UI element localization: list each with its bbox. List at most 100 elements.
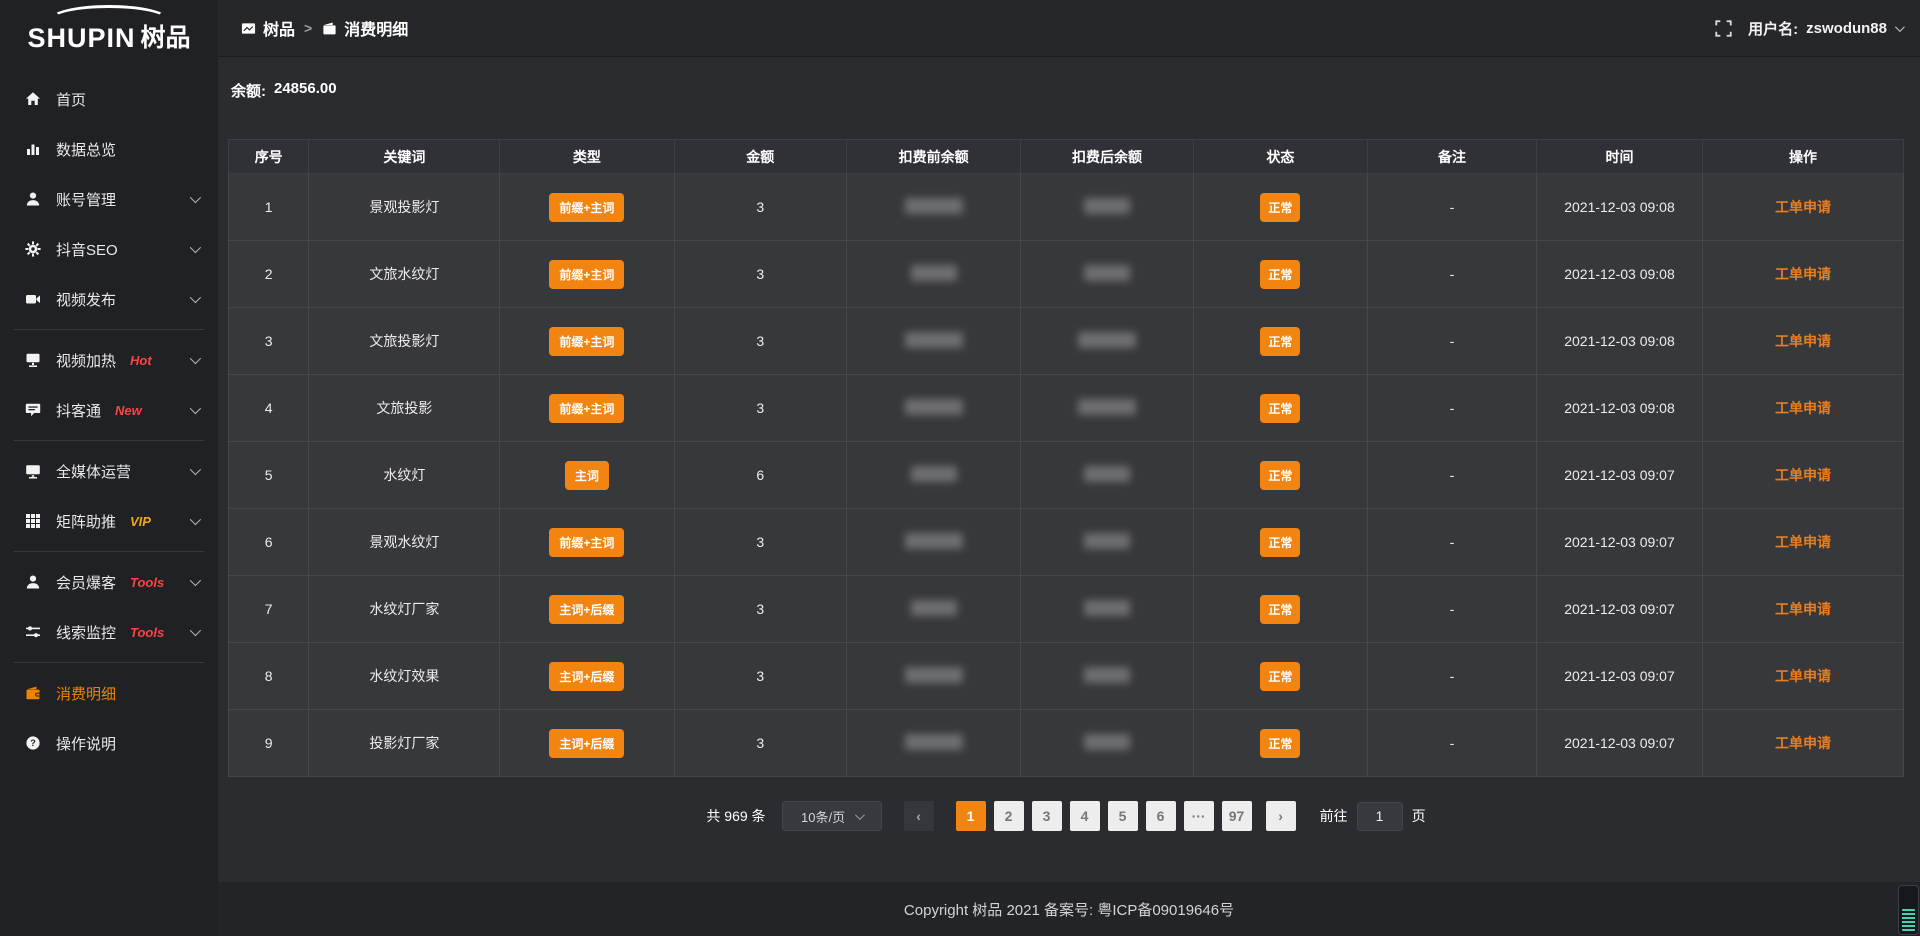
redacted-balance-before <box>905 198 963 214</box>
cell-time: 2021-12-03 09:08 <box>1537 375 1703 442</box>
ticket-request-link[interactable]: 工单申请 <box>1775 534 1831 550</box>
cell-time: 2021-12-03 09:07 <box>1537 643 1703 710</box>
table-row: 3 文旅投影灯 前缀+主词 3 正常 - 2021-12-03 09:08 工单… <box>229 308 1904 375</box>
breadcrumb-root[interactable]: 树品 <box>240 16 295 40</box>
sidebar-item-consumption-details[interactable]: 消费明细 <box>0 668 218 718</box>
ticket-request-link[interactable]: 工单申请 <box>1775 400 1831 416</box>
sidebar-item-douketong[interactable]: 抖客通 New <box>0 385 218 435</box>
sidebar-item-label: 首页 <box>56 89 86 110</box>
ticket-request-link[interactable]: 工单申请 <box>1775 668 1831 684</box>
column-header-type: 类型 <box>500 140 674 174</box>
page-button-6[interactable]: 6 <box>1146 801 1176 831</box>
wallet-icon <box>24 685 41 702</box>
status-badge: 正常 <box>1260 260 1300 289</box>
sidebar-item-label: 会员爆客 <box>56 572 116 593</box>
page-button-97[interactable]: 97 <box>1222 801 1252 831</box>
wallet-icon <box>321 20 338 37</box>
footer: Copyright 树品 2021 备案号: 粤ICP备09019646号 <box>218 882 1920 936</box>
content-area: 余额: 24856.00 序号 关键词 类型 金额 扣费前余额 扣费后余额 状态 <box>218 57 1920 882</box>
status-badge: 正常 <box>1260 662 1300 691</box>
user-icon <box>24 191 41 208</box>
gear-icon <box>24 241 41 258</box>
menu-divider <box>14 551 204 552</box>
sidebar-item-label: 全媒体运营 <box>56 461 131 482</box>
table-row: 6 景观水纹灯 前缀+主词 3 正常 - 2021-12-03 09:07 工单… <box>229 509 1904 576</box>
page-button-3[interactable]: 3 <box>1032 801 1062 831</box>
chevron-down-icon <box>190 192 201 203</box>
user-menu[interactable]: 用户名: zswodun88 <box>1748 18 1902 39</box>
sidebar-item-label: 数据总览 <box>56 139 116 160</box>
redacted-balance-after <box>1084 533 1130 549</box>
sliders-icon <box>24 624 41 641</box>
ticket-request-link[interactable]: 工单申请 <box>1775 467 1831 483</box>
page-button-4[interactable]: 4 <box>1070 801 1100 831</box>
sidebar-item-label: 线索监控 <box>56 622 116 643</box>
cell-index: 8 <box>229 643 309 710</box>
status-badge: 正常 <box>1260 327 1300 356</box>
cell-amount: 3 <box>674 509 847 576</box>
ticket-request-link[interactable]: 工单申请 <box>1775 266 1831 282</box>
sidebar-item-clue-monitoring[interactable]: 线索监控 Tools <box>0 607 218 657</box>
brand-logo[interactable]: SHUPIN 树品 <box>0 0 218 64</box>
column-header-amount: 金额 <box>674 140 847 174</box>
prev-page-button[interactable]: ‹ <box>904 801 934 831</box>
sidebar-item-video-publish[interactable]: 视频发布 <box>0 274 218 324</box>
ticket-request-link[interactable]: 工单申请 <box>1775 601 1831 617</box>
chat-icon <box>24 402 41 419</box>
table-row: 2 文旅水纹灯 前缀+主词 3 正常 - 2021-12-03 09:08 工单… <box>229 241 1904 308</box>
logo-arc-decoration <box>49 5 169 35</box>
page-button-5[interactable]: 5 <box>1108 801 1138 831</box>
cell-amount: 3 <box>674 710 847 777</box>
table-row: 7 水纹灯厂家 主词+后缀 3 正常 - 2021-12-03 09:07 工单… <box>229 576 1904 643</box>
type-badge: 主词+后缀 <box>549 595 624 624</box>
sidebar-item-matrix-boost[interactable]: 矩阵助推 VIP <box>0 496 218 546</box>
menu-divider <box>14 440 204 441</box>
type-badge: 主词+后缀 <box>549 729 624 758</box>
redacted-balance-after <box>1084 198 1130 214</box>
sidebar-item-label: 矩阵助推 <box>56 511 116 532</box>
svg-text:?: ? <box>30 738 36 748</box>
sidebar-item-label: 账号管理 <box>56 189 116 210</box>
sidebar-item-omnimedia-operation[interactable]: 全媒体运营 <box>0 446 218 496</box>
ticket-request-link[interactable]: 工单申请 <box>1775 333 1831 349</box>
page-button-2[interactable]: 2 <box>994 801 1024 831</box>
status-badge: 正常 <box>1260 528 1300 557</box>
sidebar-item-member-burst[interactable]: 会员爆客 Tools <box>0 557 218 607</box>
sidebar-item-data-overview[interactable]: 数据总览 <box>0 124 218 174</box>
breadcrumb-current[interactable]: 消费明细 <box>321 16 408 40</box>
next-page-button[interactable]: › <box>1266 801 1296 831</box>
cell-note: - <box>1367 174 1536 241</box>
page-size-select[interactable]: 10条/页 <box>782 801 882 831</box>
redacted-balance-after <box>1084 265 1130 281</box>
table-header-row: 序号 关键词 类型 金额 扣费前余额 扣费后余额 状态 备注 时间 操作 <box>229 140 1904 174</box>
screen-icon <box>24 352 41 369</box>
cell-amount: 3 <box>674 241 847 308</box>
page-button-1[interactable]: 1 <box>956 801 986 831</box>
cell-note: - <box>1367 643 1536 710</box>
sidebar-item-douyin-seo[interactable]: 抖音SEO <box>0 224 218 274</box>
cell-index: 7 <box>229 576 309 643</box>
goto-page: 前往 页 <box>1320 802 1426 831</box>
goto-page-input[interactable] <box>1357 802 1403 831</box>
vip-badge: VIP <box>130 514 151 529</box>
table-row: 1 景观投影灯 前缀+主词 3 正常 - 2021-12-03 09:08 工单… <box>229 174 1904 241</box>
column-header-keyword: 关键词 <box>309 140 500 174</box>
page-ellipsis-button[interactable]: ··· <box>1184 801 1214 831</box>
ticket-request-link[interactable]: 工单申请 <box>1775 199 1831 215</box>
sidebar-item-home[interactable]: 首页 <box>0 74 218 124</box>
sidebar-item-video-heating[interactable]: 视频加热 Hot <box>0 335 218 385</box>
table-row: 8 水纹灯效果 主词+后缀 3 正常 - 2021-12-03 09:07 工单… <box>229 643 1904 710</box>
sidebar-item-account-management[interactable]: 账号管理 <box>0 174 218 224</box>
sidebar-item-label: 抖音SEO <box>56 239 118 260</box>
balance: 余额: 24856.00 <box>231 80 1904 101</box>
redacted-balance-before <box>911 466 957 482</box>
cell-amount: 3 <box>674 308 847 375</box>
redacted-balance-after <box>1084 466 1130 482</box>
tools-badge: Tools <box>130 575 164 590</box>
fullscreen-icon[interactable] <box>1715 20 1732 37</box>
menu-divider <box>14 662 204 663</box>
ticket-request-link[interactable]: 工单申请 <box>1775 735 1831 751</box>
cell-time: 2021-12-03 09:07 <box>1537 509 1703 576</box>
sidebar-item-instructions[interactable]: ? 操作说明 <box>0 718 218 768</box>
cell-amount: 3 <box>674 375 847 442</box>
